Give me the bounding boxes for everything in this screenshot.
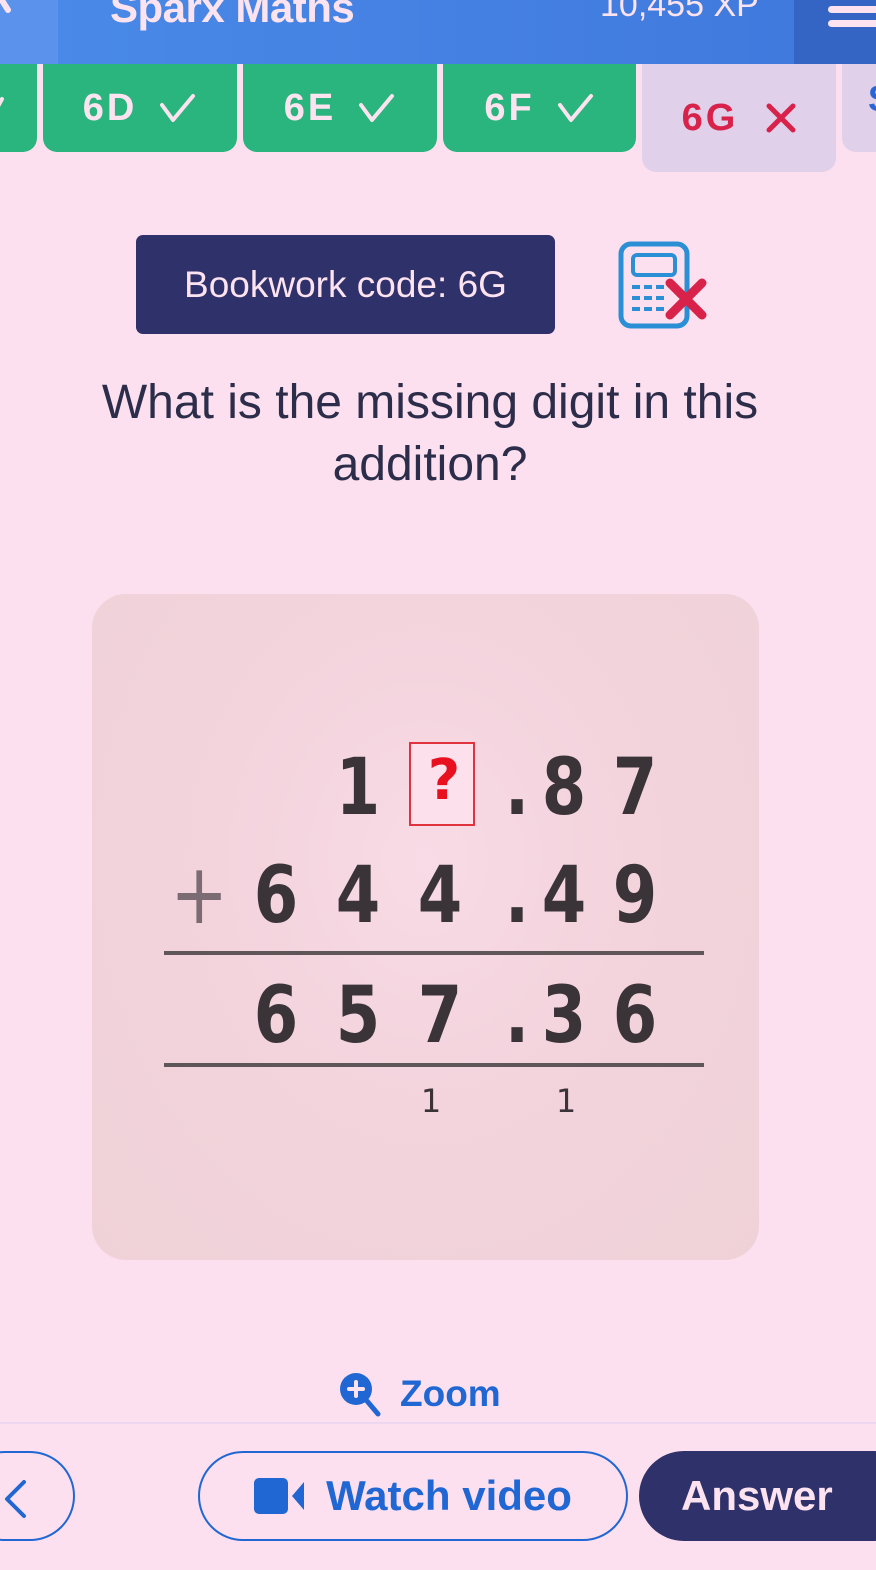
digit: 9	[612, 851, 658, 941]
tab-label: 6G	[681, 96, 739, 139]
question-text: What is the missing digit in this additi…	[101, 376, 759, 491]
digit: 6	[253, 851, 299, 941]
calculator-not-allowed-icon	[618, 241, 707, 329]
tab-6e[interactable]: 6E	[243, 64, 437, 152]
digit: 8	[541, 743, 587, 833]
back-button[interactable]	[0, 0, 58, 64]
tab-6g[interactable]: 6G	[642, 64, 836, 172]
tab-6f[interactable]: 6F	[443, 64, 636, 152]
xp-counter: 10,455 XP	[600, 0, 759, 24]
answer-button[interactable]: Answer	[639, 1451, 876, 1541]
video-camera-icon	[254, 1478, 305, 1514]
cross-icon	[766, 103, 796, 133]
hamburger-menu-icon	[828, 0, 876, 30]
bookwork-code: Bookwork code: 6G	[136, 235, 555, 334]
plus-sign: +	[170, 845, 229, 943]
digit: 7	[612, 743, 658, 833]
decimal-point: .	[504, 971, 530, 1061]
top-bar: Sparx Maths 10,455 XP	[0, 0, 876, 64]
decimal-point: .	[504, 743, 530, 833]
carry-digit: 1	[555, 1082, 577, 1120]
tab-summary[interactable]: S	[842, 64, 876, 152]
missing-digit-symbol: ?	[427, 748, 461, 813]
check-icon	[359, 94, 395, 122]
watch-video-label: Watch video	[326, 1472, 572, 1519]
zoom-label: Zoom	[400, 1373, 501, 1414]
tab-label: 6E	[283, 86, 337, 129]
app-title: Sparx Maths	[110, 0, 355, 31]
digit: 6	[253, 971, 299, 1061]
zoom-button[interactable]: Zoom	[338, 1366, 501, 1422]
tab-label: S	[868, 78, 876, 120]
check-icon	[0, 97, 4, 107]
carry-digit: 1	[420, 1082, 442, 1120]
answer-label: Answer	[681, 1472, 833, 1519]
chevron-left-icon	[5, 1480, 26, 1518]
digit: 3	[541, 971, 587, 1061]
sum-line	[164, 951, 704, 955]
digit: 4	[417, 851, 463, 941]
tab-label: 6D	[82, 86, 138, 129]
digit: 7	[417, 971, 463, 1061]
digit: 4	[335, 851, 381, 941]
back-arrow-icon	[0, 0, 11, 13]
missing-digit-box: ?	[409, 742, 475, 826]
digit: 5	[335, 971, 381, 1061]
check-icon	[160, 94, 196, 122]
watch-video-button[interactable]: Watch video	[198, 1451, 628, 1541]
previous-button[interactable]	[0, 1451, 75, 1541]
digit: 6	[612, 971, 658, 1061]
tab-label: 6F	[484, 86, 535, 129]
check-icon	[557, 94, 593, 122]
digit: 1	[335, 743, 381, 833]
decimal-point: .	[504, 851, 530, 941]
zoom-in-icon	[340, 1373, 381, 1417]
tab-6c[interactable]	[0, 64, 37, 152]
menu-button[interactable]	[794, 0, 876, 64]
divider	[0, 1422, 876, 1424]
tab-6d[interactable]: 6D	[43, 64, 237, 152]
carry-line	[164, 1063, 704, 1067]
digit: 4	[541, 851, 587, 941]
